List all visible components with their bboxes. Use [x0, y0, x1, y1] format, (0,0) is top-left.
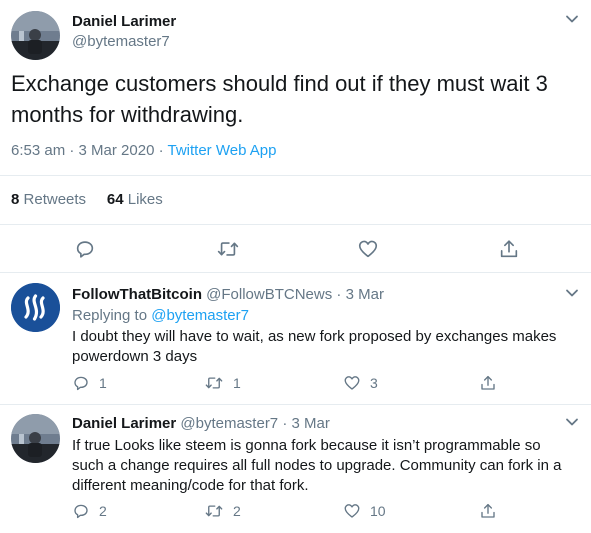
reply-author-handle[interactable]: @bytemaster7: [180, 415, 278, 432]
chevron-down-icon: [566, 15, 578, 23]
heart-icon: [358, 240, 378, 258]
reply-author-name[interactable]: FollowThatBitcoin: [72, 286, 202, 303]
retweet-count: 1: [233, 375, 241, 391]
retweet-count: 2: [233, 503, 241, 519]
meta-separator: ·: [282, 415, 292, 432]
reply-share-button[interactable]: [479, 502, 497, 520]
reply-menu-button[interactable]: [561, 413, 583, 431]
reply-share-button[interactable]: [479, 374, 497, 392]
reply-header: Daniel Larimer @bytemaster7 · 3 Mar: [72, 415, 330, 432]
reply-like-button[interactable]: 10: [343, 502, 386, 520]
heart-icon: [344, 504, 360, 518]
reply-reply-button[interactable]: 2: [72, 502, 107, 520]
like-button[interactable]: [355, 237, 381, 261]
avatar-image: [11, 414, 60, 463]
reply-date[interactable]: 3 Mar: [292, 415, 330, 432]
reply-date[interactable]: 3 Mar: [346, 286, 384, 303]
reply-text: If true Looks like steem is gonna fork b…: [72, 437, 562, 494]
retweets-label: Retweets: [23, 191, 87, 208]
tweet-text: Exchange customers should find out if th…: [11, 71, 548, 127]
likes-label: Likes: [127, 191, 163, 208]
replying-to-handle[interactable]: @bytemaster7: [151, 307, 249, 324]
heart-icon: [344, 376, 360, 390]
avatar-image: [11, 11, 60, 60]
reply-count: 1: [99, 375, 107, 391]
tweet-meta: 6:53 am · 3 Mar 2020 · Twitter Web App: [11, 142, 276, 159]
share-icon: [500, 240, 518, 258]
share-button[interactable]: [496, 237, 522, 261]
reply-retweet-button[interactable]: 2: [204, 502, 241, 520]
tweet-source-link[interactable]: Twitter Web App: [168, 142, 277, 159]
reply-menu-button[interactable]: [561, 284, 583, 302]
share-icon: [481, 375, 495, 390]
tweet-stats: 8 Retweets 64 Likes: [11, 191, 163, 208]
reply-reply-button[interactable]: 1: [72, 374, 107, 392]
reply-icon: [74, 504, 88, 519]
retweet-button[interactable]: [214, 237, 242, 261]
like-count: 3: [370, 375, 378, 391]
author-handle[interactable]: @bytemaster7: [72, 33, 170, 50]
reply-avatar[interactable]: [11, 414, 60, 463]
divider: [0, 175, 591, 176]
replying-to: Replying to @bytemaster7: [72, 307, 249, 324]
chevron-down-icon: [566, 289, 578, 297]
retweets-count: 8: [11, 191, 20, 208]
reply-retweet-button[interactable]: 1: [204, 374, 241, 392]
author-avatar[interactable]: [11, 11, 60, 60]
reply-like-button[interactable]: 3: [343, 374, 378, 392]
meta-separator: ·: [154, 142, 168, 159]
like-count: 10: [370, 503, 386, 519]
retweet-icon: [217, 242, 239, 256]
reply-icon: [76, 241, 94, 258]
retweet-icon: [205, 505, 223, 517]
divider: [0, 224, 591, 225]
divider: [0, 272, 591, 273]
replying-prefix: Replying to: [72, 307, 152, 324]
meta-separator: ·: [65, 142, 79, 159]
steem-logo-icon: [11, 283, 60, 332]
tweet-date[interactable]: 3 Mar 2020: [79, 142, 155, 159]
reply-avatar[interactable]: [11, 283, 60, 332]
author-name[interactable]: Daniel Larimer: [72, 13, 176, 30]
meta-separator: ·: [336, 286, 346, 303]
divider: [0, 404, 591, 405]
chevron-down-icon: [566, 418, 578, 426]
reply-author-name[interactable]: Daniel Larimer: [72, 415, 176, 432]
tweet-thread: Daniel Larimer @bytemaster7 Exchange cus…: [0, 0, 591, 533]
tweet-time[interactable]: 6:53 am: [11, 142, 65, 159]
reply-button[interactable]: [72, 237, 98, 261]
reply-count: 2: [99, 503, 107, 519]
likes-count: 64: [106, 191, 124, 208]
tweet-menu-button[interactable]: [561, 10, 583, 28]
reply-author-handle[interactable]: @FollowBTCNews: [206, 286, 332, 303]
reply-icon: [74, 376, 88, 391]
share-icon: [481, 503, 495, 518]
reply-header: FollowThatBitcoin @FollowBTCNews · 3 Mar: [72, 286, 384, 303]
reply-text: I doubt they will have to wait, as new f…: [72, 328, 557, 365]
likes-stat[interactable]: 64 Likes: [107, 191, 163, 208]
retweets-stat[interactable]: 8 Retweets: [11, 191, 86, 208]
retweet-icon: [205, 377, 223, 389]
